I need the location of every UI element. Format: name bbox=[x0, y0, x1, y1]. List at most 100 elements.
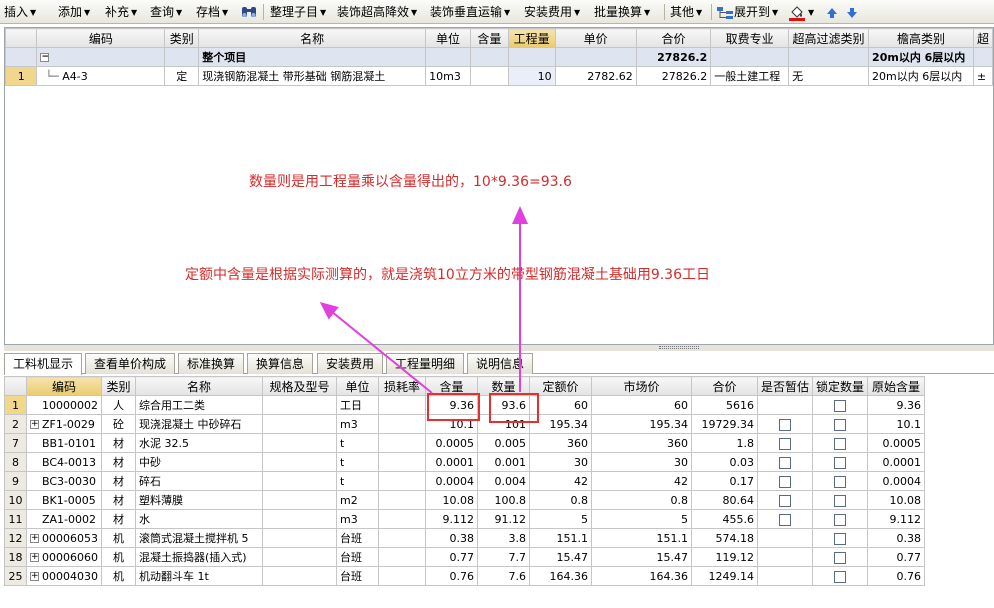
fill-color-button[interactable]: ▼ bbox=[788, 4, 814, 21]
resource-quantity[interactable]: 3.8 bbox=[477, 528, 530, 548]
tab-description[interactable]: 说明信息 bbox=[467, 353, 534, 374]
resource-original-content[interactable]: 9.112 bbox=[867, 509, 926, 529]
col-header-code[interactable]: 编码 bbox=[26, 376, 102, 396]
resource-loss-rate[interactable] bbox=[378, 490, 426, 510]
resource-type[interactable]: 材 bbox=[101, 433, 136, 453]
lock-quantity-checkbox[interactable] bbox=[834, 399, 847, 412]
col-header[interactable]: 单位 bbox=[425, 28, 471, 48]
resource-name[interactable]: 机动翻斗车 1t bbox=[135, 566, 263, 586]
resource-estimate-cell[interactable] bbox=[756, 395, 814, 415]
resource-code-cell[interactable]: BB1-0101 bbox=[26, 433, 102, 453]
resource-estimate-cell[interactable] bbox=[756, 433, 814, 453]
resource-code-cell[interactable]: BC4-0013 bbox=[26, 452, 102, 472]
resource-original-content[interactable]: 0.0005 bbox=[867, 433, 926, 453]
quota-unit-price[interactable]: 2782.62 bbox=[554, 66, 637, 86]
resource-spec[interactable] bbox=[262, 471, 337, 491]
tab-quantity-detail[interactable]: 工程量明细 bbox=[386, 353, 465, 374]
col-header[interactable]: 损耗率 bbox=[378, 376, 426, 396]
resource-base-price[interactable]: 5 bbox=[529, 509, 592, 529]
organize-items-menu[interactable]: 整理子目 ▼ bbox=[270, 4, 326, 20]
resource-original-content[interactable]: 0.0004 bbox=[867, 471, 926, 491]
resource-estimate-cell[interactable] bbox=[756, 528, 814, 548]
row-header[interactable]: 2 bbox=[4, 414, 27, 434]
resource-quantity[interactable]: 0.005 bbox=[477, 433, 530, 453]
resource-estimate-cell[interactable] bbox=[756, 452, 814, 472]
resource-code-cell[interactable]: ZA1-0002 bbox=[26, 509, 102, 529]
resource-unit[interactable]: 台班 bbox=[336, 547, 379, 567]
lock-quantity-checkbox[interactable] bbox=[834, 513, 847, 526]
resource-base-price[interactable]: 15.47 bbox=[529, 547, 592, 567]
resource-base-price[interactable]: 0.8 bbox=[529, 490, 592, 510]
resource-type[interactable]: 人 bbox=[101, 395, 136, 415]
expand-icon[interactable]: + bbox=[30, 534, 39, 543]
resource-estimate-cell[interactable] bbox=[756, 414, 814, 434]
resource-content[interactable]: 0.0004 bbox=[425, 471, 478, 491]
batch-conversion-menu[interactable]: 批量换算 ▼ bbox=[594, 4, 650, 20]
lock-quantity-checkbox[interactable] bbox=[834, 437, 847, 450]
resource-original-content[interactable]: 0.76 bbox=[867, 566, 926, 586]
resource-unit[interactable]: m3 bbox=[336, 414, 379, 434]
resource-total[interactable]: 5616 bbox=[691, 395, 758, 415]
col-header[interactable]: 类别 bbox=[164, 28, 200, 48]
resource-content[interactable]: 0.77 bbox=[425, 547, 478, 567]
lock-quantity-checkbox[interactable] bbox=[834, 494, 847, 507]
resource-quantity[interactable]: 91.12 bbox=[477, 509, 530, 529]
resource-loss-rate[interactable] bbox=[378, 471, 426, 491]
project-group-row[interactable]: − 整个项目 27826.2 20m以内 6层以内 bbox=[5, 47, 993, 67]
row-header[interactable]: 9 bbox=[4, 471, 27, 491]
resource-original-content[interactable]: 0.77 bbox=[867, 547, 926, 567]
resource-lock-cell[interactable] bbox=[812, 547, 869, 567]
resource-row[interactable]: 18 +00006060 机混凝土振捣器(插入式) 台班 0.77 7.7 15.47 15.… bbox=[4, 547, 926, 567]
supplement-menu[interactable]: 补充 ▼ bbox=[105, 4, 137, 20]
resource-market-price[interactable]: 60 bbox=[591, 395, 692, 415]
row-header[interactable]: 7 bbox=[4, 433, 27, 453]
resource-spec[interactable] bbox=[262, 528, 337, 548]
tab-standard-conversion[interactable]: 标准换算 bbox=[178, 353, 245, 374]
resource-total[interactable]: 0.17 bbox=[691, 471, 758, 491]
resource-loss-rate[interactable] bbox=[378, 414, 426, 434]
group-expander-cell[interactable]: − bbox=[36, 47, 166, 67]
resource-loss-rate[interactable] bbox=[378, 547, 426, 567]
resource-type[interactable]: 材 bbox=[101, 490, 136, 510]
resource-row[interactable]: 9 BC3-0030 材碎石 t 0.0004 0.004 42 42 0.17 0.0004 bbox=[4, 471, 926, 491]
resource-total[interactable]: 0.03 bbox=[691, 452, 758, 472]
add-menu[interactable]: 添加 ▼ bbox=[58, 4, 90, 20]
query-menu[interactable]: 查询 ▼ bbox=[150, 4, 182, 20]
quota-total[interactable]: 27826.2 bbox=[635, 66, 712, 86]
col-header[interactable]: 超高过滤类别 bbox=[788, 28, 870, 48]
col-header[interactable]: 含量 bbox=[469, 28, 509, 48]
resource-unit[interactable]: t bbox=[336, 433, 379, 453]
row-header[interactable]: 12 bbox=[4, 528, 27, 548]
resource-unit[interactable]: m3 bbox=[336, 509, 379, 529]
resource-unit[interactable]: m2 bbox=[336, 490, 379, 510]
resource-spec[interactable] bbox=[262, 566, 337, 586]
resource-name[interactable]: 现浇混凝土 中砂碎石 bbox=[135, 414, 263, 434]
resource-name[interactable]: 综合用工二类 bbox=[135, 395, 263, 415]
estimate-checkbox[interactable] bbox=[779, 513, 791, 526]
resource-market-price[interactable]: 0.8 bbox=[591, 490, 692, 510]
resource-original-content[interactable]: 10.08 bbox=[867, 490, 926, 510]
col-header[interactable]: 类别 bbox=[101, 376, 136, 396]
resource-spec[interactable] bbox=[262, 433, 337, 453]
resource-row[interactable]: 8 BC4-0013 材中砂 t 0.0001 0.001 30 30 0.03 0.0001 bbox=[4, 452, 926, 472]
lock-quantity-checkbox[interactable] bbox=[834, 456, 847, 469]
decoration-vertical-transport-menu[interactable]: 装饰垂直运输 ▼ bbox=[430, 4, 510, 20]
resource-loss-rate[interactable] bbox=[378, 433, 426, 453]
col-header[interactable]: 单价 bbox=[554, 28, 637, 48]
resource-estimate-cell[interactable] bbox=[756, 471, 814, 491]
resource-name[interactable]: 中砂 bbox=[135, 452, 263, 472]
resource-quantity[interactable]: 100.8 bbox=[477, 490, 530, 510]
resource-loss-rate[interactable] bbox=[378, 566, 426, 586]
move-up-button[interactable] bbox=[826, 4, 838, 20]
resource-type[interactable]: 机 bbox=[101, 547, 136, 567]
binoculars-icon[interactable] bbox=[240, 3, 258, 19]
resource-content[interactable]: 9.112 bbox=[425, 509, 478, 529]
decoration-height-reduction-menu[interactable]: 装饰超高降效 ▼ bbox=[337, 4, 417, 20]
resource-quantity[interactable]: 0.004 bbox=[477, 471, 530, 491]
quota-eave-type[interactable]: 20m以内 6层以内 bbox=[868, 66, 974, 86]
resource-lock-cell[interactable] bbox=[812, 471, 869, 491]
resource-base-price[interactable]: 30 bbox=[529, 452, 592, 472]
tab-conversion-info[interactable]: 换算信息 bbox=[247, 353, 314, 374]
resource-name[interactable]: 水 bbox=[135, 509, 263, 529]
resource-name[interactable]: 碎石 bbox=[135, 471, 263, 491]
